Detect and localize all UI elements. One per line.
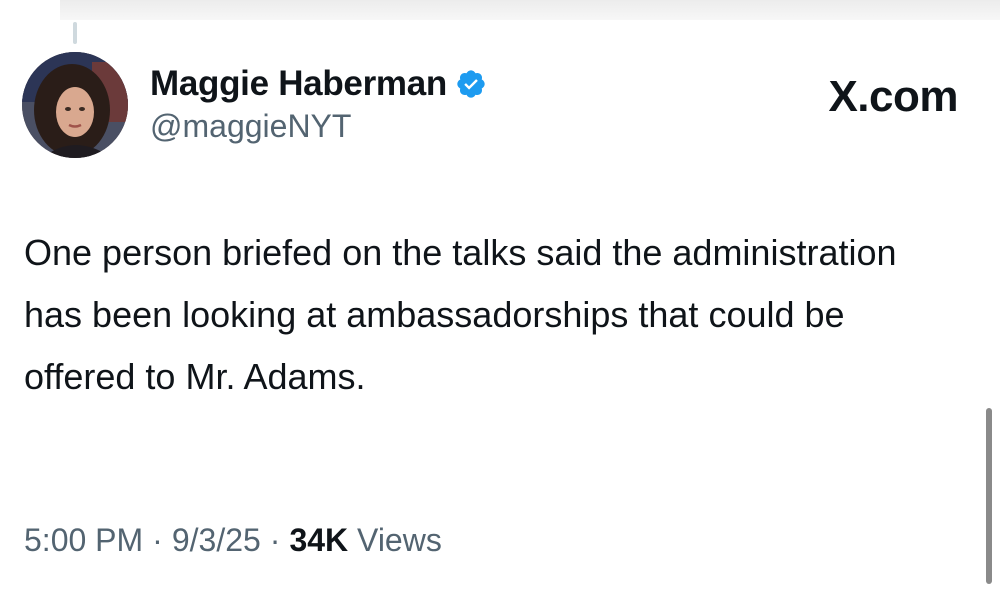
scrollbar-thumb[interactable] <box>986 408 992 584</box>
avatar[interactable] <box>22 52 128 158</box>
tweet-text: One person briefed on the talks said the… <box>24 232 897 397</box>
author-handle[interactable]: @maggieNYT <box>150 108 487 145</box>
author-info: Maggie Haberman @maggieNYT <box>150 62 487 145</box>
tweet-meta: 5:00 PM · 9/3/25 · 34K Views <box>24 522 442 559</box>
views-count[interactable]: 34K <box>289 522 348 558</box>
tweet-date[interactable]: 9/3/25 <box>172 522 261 558</box>
previous-post-edge <box>60 0 1000 20</box>
avatar-photo <box>22 52 128 158</box>
meta-separator: · <box>269 522 281 558</box>
author-display-name[interactable]: Maggie Haberman <box>150 64 447 104</box>
meta-separator: · <box>152 522 163 558</box>
views-label: Views <box>357 522 442 558</box>
tweet-time[interactable]: 5:00 PM <box>24 522 143 558</box>
site-watermark: X.com <box>828 72 958 121</box>
thread-connector-line <box>73 22 77 44</box>
author-name-row: Maggie Haberman <box>150 62 487 106</box>
verified-badge-icon <box>455 68 487 100</box>
